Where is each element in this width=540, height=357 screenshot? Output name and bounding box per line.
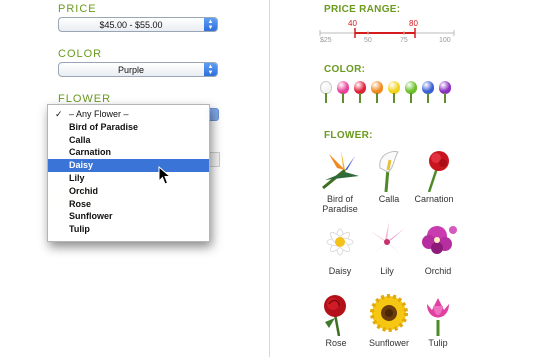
popup-arrows-icon: ▲ ▼ (204, 63, 217, 76)
scale-tick-25: $25 (320, 37, 332, 44)
price-range-label: PRICE RANGE: (324, 4, 401, 15)
menu-item-label: Rose (69, 198, 92, 209)
flower-option-rose[interactable]: Rose (308, 292, 364, 348)
checkmark-icon: ✓ (55, 109, 63, 119)
flower-section-label: FLOWER: (324, 130, 373, 141)
mouse-pointer-icon (158, 166, 172, 185)
menu-item-label: Orchid (69, 185, 99, 196)
orchid-icon (413, 220, 463, 264)
color-swatch-1[interactable] (336, 81, 350, 103)
flower-name: Bird of Paradise (322, 194, 358, 214)
flower-option-orchid[interactable]: Orchid (410, 220, 466, 276)
color-section-label: COLOR: (324, 64, 366, 75)
column-divider (269, 0, 270, 357)
flower-option-bird-of-paradise[interactable]: Bird of Paradise (312, 148, 368, 214)
menu-item-label: Daisy (69, 160, 94, 171)
menu-item-label: Bird of Paradise (69, 121, 139, 132)
flower-name: Tulip (428, 338, 448, 348)
flower-option-carnation[interactable]: Carnation (406, 148, 462, 204)
menu-item-rose[interactable]: Rose (48, 198, 209, 211)
flower-option-lily[interactable]: Lily (359, 220, 415, 276)
menu-item-daisy[interactable]: Daisy (48, 159, 209, 172)
scale-tick-100: 100 (439, 37, 451, 44)
color-popup[interactable]: Purple ▲ ▼ (58, 62, 218, 77)
bird-of-paradise-icon (315, 148, 365, 192)
menu-item-orchid[interactable]: Orchid (48, 185, 209, 198)
menu-item-any-flower[interactable]: ✓ – Any Flower – (48, 108, 209, 121)
color-swatch-6[interactable] (421, 81, 435, 103)
menu-item-bird-of-paradise[interactable]: Bird of Paradise (48, 121, 209, 134)
menu-item-lily[interactable]: Lily (48, 172, 209, 185)
menu-item-label: Carnation (69, 147, 112, 158)
color-swatch-0[interactable] (319, 81, 333, 103)
flower-option-tulip[interactable]: Tulip (410, 292, 466, 348)
tulip-icon (413, 292, 463, 336)
price-popup-value: $45.00 - $55.00 (99, 19, 163, 30)
color-swatch-3[interactable] (370, 81, 384, 103)
daisy-icon (315, 220, 365, 264)
color-swatch-2[interactable] (353, 81, 367, 103)
sunflower-icon (364, 292, 414, 336)
color-swatches (319, 81, 452, 103)
scale-tick-50: 50 (364, 37, 372, 44)
flower-option-sunflower[interactable]: Sunflower (361, 292, 417, 348)
color-popup-value: Purple (117, 64, 144, 75)
color-swatch-5[interactable] (404, 81, 418, 103)
menu-item-label: Tulip (69, 224, 90, 235)
menu-item-carnation[interactable]: Carnation (48, 146, 209, 159)
flower-name: Carnation (414, 194, 454, 204)
lily-icon (362, 220, 412, 264)
price-label: PRICE (58, 3, 97, 15)
flower-dropdown-menu[interactable]: ✓ – Any Flower – Bird of Paradise Calla Carn… (47, 104, 210, 242)
flower-name: Orchid (424, 266, 452, 276)
flower-name: Lily (380, 266, 394, 276)
price-range-slider[interactable] (318, 27, 458, 39)
menu-item-calla[interactable]: Calla (48, 134, 209, 147)
popup-arrows-icon: ▲ ▼ (204, 18, 217, 31)
flower-name: Rose (325, 338, 347, 348)
color-swatch-7[interactable] (438, 81, 452, 103)
menu-item-label: Calla (69, 134, 91, 145)
price-popup[interactable]: $45.00 - $55.00 ▲ ▼ (58, 17, 218, 32)
carnation-icon (409, 148, 459, 193)
color-label: COLOR (58, 48, 103, 60)
color-swatch-4[interactable] (387, 81, 401, 103)
menu-item-sunflower[interactable]: Sunflower (48, 210, 209, 223)
flower-name: Sunflower (368, 338, 410, 348)
menu-item-tulip[interactable]: Tulip (48, 223, 209, 236)
scale-tick-75: 75 (400, 37, 408, 44)
rose-icon (311, 292, 361, 337)
menu-item-label: Lily (69, 172, 85, 183)
menu-item-label: Sunflower (69, 211, 113, 222)
menu-item-label: – Any Flower – (69, 109, 129, 119)
